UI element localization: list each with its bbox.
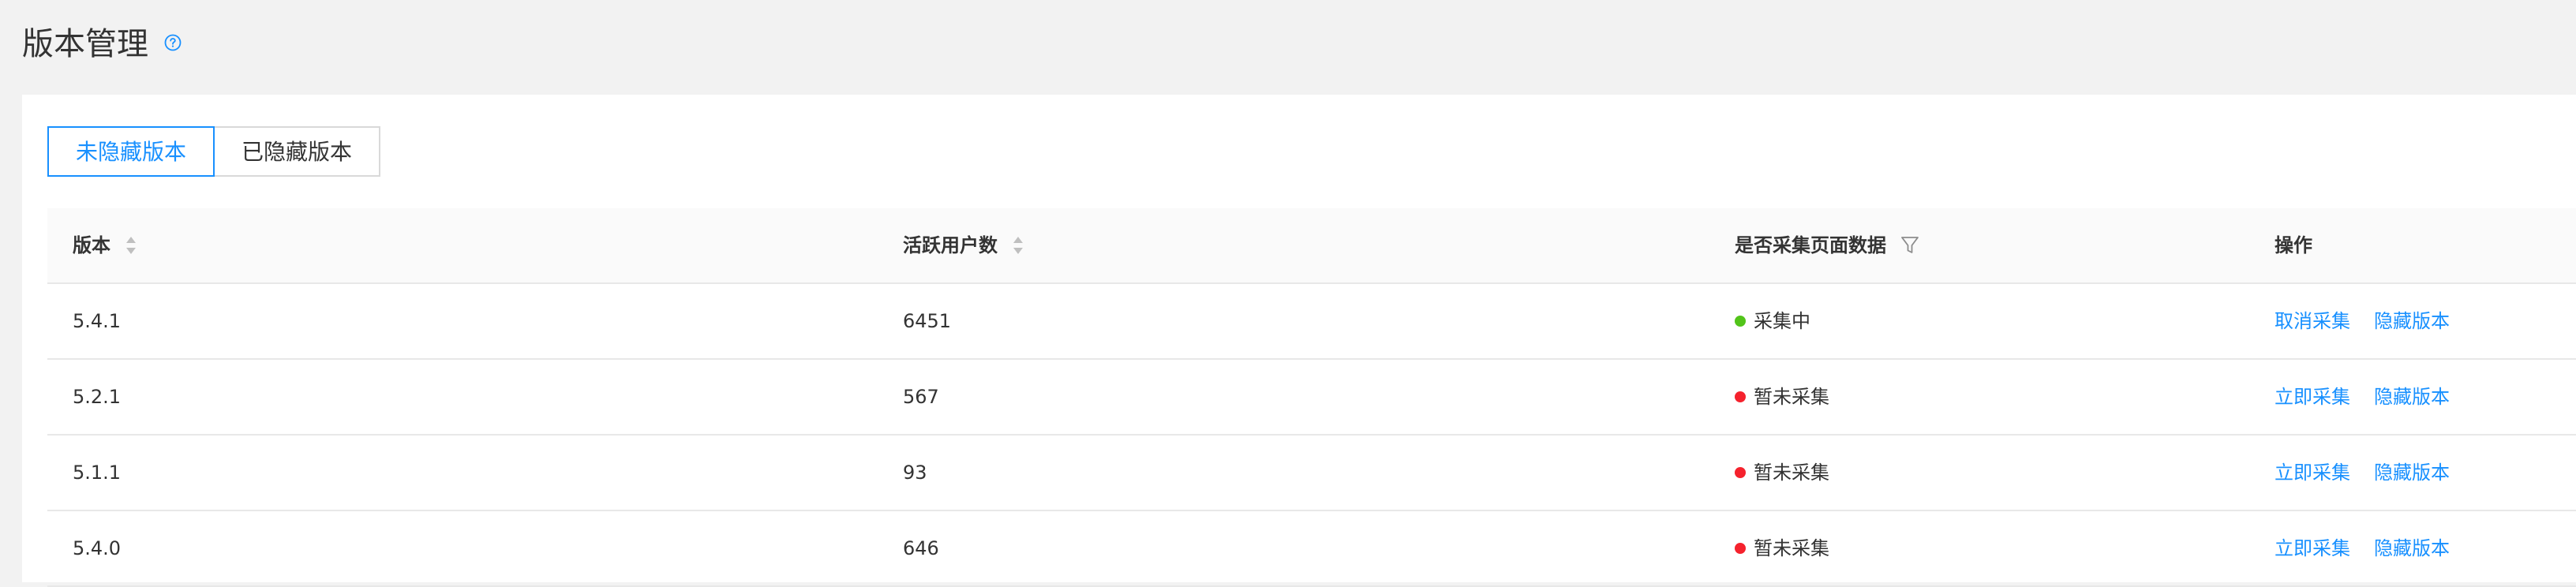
column-header-label: 版本 [73,234,110,256]
cell-actions: 立即采集 隐藏版本 [2275,436,2450,510]
hide-version-link[interactable]: 隐藏版本 [2374,360,2450,434]
cell-collect-status: 暂未采集 [1735,360,1829,434]
collect-now-link[interactable]: 立即采集 [2275,436,2350,510]
hide-version-link[interactable]: 隐藏版本 [2374,284,2450,358]
table-row: 5.4.0 646 暂未采集 立即采集 隐藏版本 [47,511,2576,587]
sort-icon[interactable] [1012,234,1024,256]
cell-collect-status: 采集中 [1735,284,1810,358]
column-header-label: 活跃用户数 [903,234,998,256]
cell-active-users: 646 [903,537,939,559]
status-dot [1735,391,1746,402]
page-title: 版本管理 [22,26,148,62]
column-header-version[interactable]: 版本 [73,208,137,282]
page-header: 版本管理 [0,0,2576,95]
cell-active-users: 567 [903,386,939,408]
table-row: 5.2.1 567 暂未采集 立即采集 隐藏版本 [47,360,2576,436]
cell-actions: 立即采集 隐藏版本 [2275,360,2450,434]
cell-actions: 立即采集 隐藏版本 [2275,511,2450,585]
cell-actions: 取消采集 隐藏版本 [2275,284,2450,358]
column-header-active-users[interactable]: 活跃用户数 [903,208,1024,282]
status-dot [1735,467,1746,478]
version-tabs: 未隐藏版本 已隐藏版本 [47,126,381,177]
cell-active-users: 6451 [903,310,952,332]
question-circle-icon[interactable] [164,34,182,51]
cell-active-users: 93 [903,462,927,484]
version-table: 版本 活跃用户数 是否采集页面数据 操作 5.4.1 6451 采集中 取消采集… [47,208,2576,587]
table-row: 5.1.1 93 暂未采集 立即采集 隐藏版本 [47,436,2576,511]
column-header-collect-status[interactable]: 是否采集页面数据 [1735,208,1919,282]
status-dot [1735,316,1746,327]
status-text: 暂未采集 [1754,462,1829,484]
cell-version: 5.2.1 [73,386,122,408]
status-text: 暂未采集 [1754,386,1829,408]
status-text: 暂未采集 [1754,537,1829,559]
sort-icon[interactable] [125,234,137,256]
tab-hidden-versions[interactable]: 已隐藏版本 [213,126,381,177]
column-header-actions: 操作 [2275,208,2312,282]
cell-version: 5.4.0 [73,537,122,559]
cancel-collect-link[interactable]: 取消采集 [2275,284,2350,358]
status-text: 采集中 [1754,310,1810,332]
table-header: 版本 活跃用户数 是否采集页面数据 操作 [47,208,2576,284]
status-dot [1735,543,1746,554]
collect-now-link[interactable]: 立即采集 [2275,360,2350,434]
hide-version-link[interactable]: 隐藏版本 [2374,436,2450,510]
column-header-label: 操作 [2275,234,2312,256]
cell-version: 5.1.1 [73,462,122,484]
table-row: 5.4.1 6451 采集中 取消采集 隐藏版本 [47,284,2576,360]
hide-version-link[interactable]: 隐藏版本 [2374,511,2450,585]
tab-visible-versions[interactable]: 未隐藏版本 [47,126,215,177]
content-panel: 未隐藏版本 已隐藏版本 版本 活跃用户数 是否采集页面数据 操作 5.4.1 6… [22,95,2576,587]
cell-collect-status: 暂未采集 [1735,436,1829,510]
filter-icon[interactable] [1900,235,1919,256]
column-header-label: 是否采集页面数据 [1735,234,1886,256]
collect-now-link[interactable]: 立即采集 [2275,511,2350,585]
cell-version: 5.4.1 [73,310,122,332]
cell-collect-status: 暂未采集 [1735,511,1829,585]
